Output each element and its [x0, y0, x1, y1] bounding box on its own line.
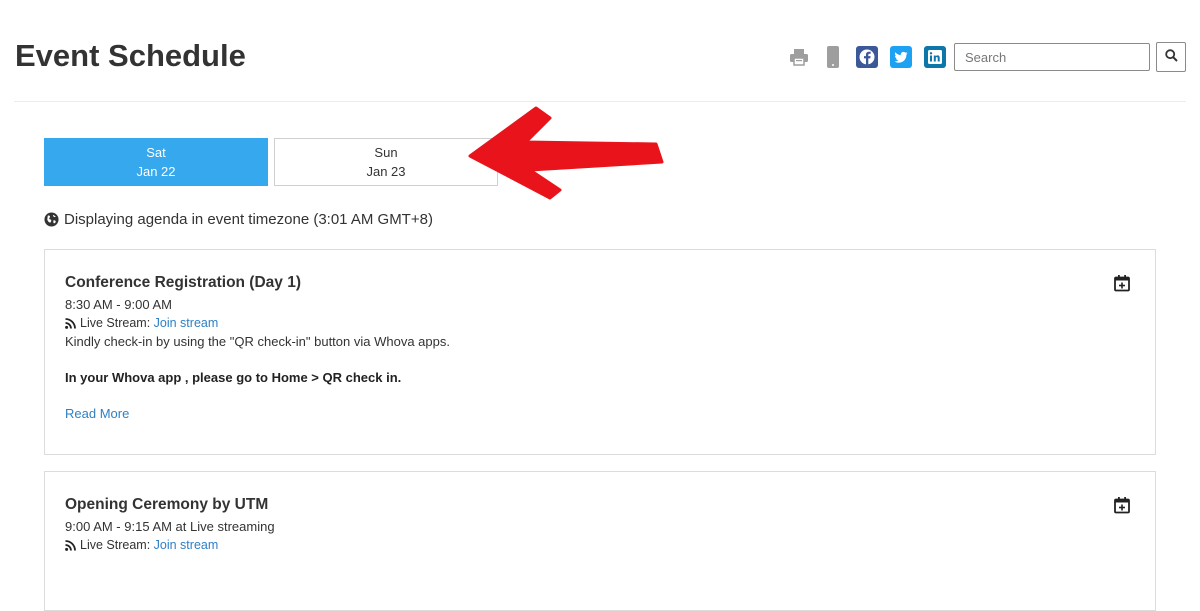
timezone-text: Displaying agenda in event timezone (3:0…	[64, 211, 433, 228]
add-to-calendar-icon[interactable]	[1113, 496, 1131, 514]
rss-icon	[65, 317, 76, 329]
tab-date: Jan 23	[366, 164, 406, 179]
session-time: 9:00 AM - 9:15 AM at Live streaming	[65, 519, 275, 534]
session-description-bold: In your Whova app , please go to Home > …	[65, 370, 402, 385]
facebook-icon[interactable]	[856, 46, 878, 68]
session-title: Opening Ceremony by UTM	[65, 496, 269, 513]
join-stream-link[interactable]: Join stream	[154, 314, 219, 332]
session-time: 8:30 AM - 9:00 AM	[65, 297, 172, 312]
tab-day-sat[interactable]: Sat Jan 22	[44, 138, 268, 186]
rss-icon	[65, 539, 76, 551]
search-icon	[1164, 49, 1178, 65]
session-card: Opening Ceremony by UTM 9:00 AM - 9:15 A…	[44, 471, 1156, 611]
join-stream-link[interactable]: Join stream	[154, 536, 219, 554]
day-tabs: Sat Jan 22 Sun Jan 23	[44, 138, 498, 186]
mobile-icon[interactable]	[822, 46, 844, 68]
tab-date: Jan 22	[136, 164, 176, 179]
print-icon[interactable]	[788, 46, 810, 68]
session-card: Conference Registration (Day 1) 8:30 AM …	[44, 249, 1156, 455]
linkedin-icon[interactable]	[924, 46, 946, 68]
tab-day-sun[interactable]: Sun Jan 23	[274, 138, 498, 186]
tab-weekday: Sat	[146, 145, 166, 160]
search-input[interactable]	[954, 43, 1150, 71]
tab-weekday: Sun	[374, 145, 398, 160]
session-title: Conference Registration (Day 1)	[65, 274, 301, 291]
session-description: Kindly check-in by using the "QR check-i…	[65, 334, 450, 349]
twitter-icon[interactable]	[890, 46, 912, 68]
globe-icon	[44, 212, 59, 227]
live-stream-label: Live Stream:	[80, 538, 151, 552]
add-to-calendar-icon[interactable]	[1113, 274, 1131, 292]
live-stream-label: Live Stream:	[80, 316, 151, 330]
page-header: Event Schedule	[0, 0, 1200, 100]
annotation-arrow-icon	[468, 106, 664, 200]
page-title: Event Schedule	[15, 38, 246, 73]
live-stream-line: Live Stream: Join stream	[65, 314, 1135, 332]
timezone-note: Displaying agenda in event timezone (3:0…	[44, 211, 433, 228]
header-divider	[14, 101, 1186, 102]
search-button[interactable]	[1156, 42, 1186, 72]
read-more-link[interactable]: Read More	[65, 406, 129, 421]
live-stream-line: Live Stream: Join stream	[65, 536, 1135, 554]
toolbar	[776, 42, 1186, 72]
